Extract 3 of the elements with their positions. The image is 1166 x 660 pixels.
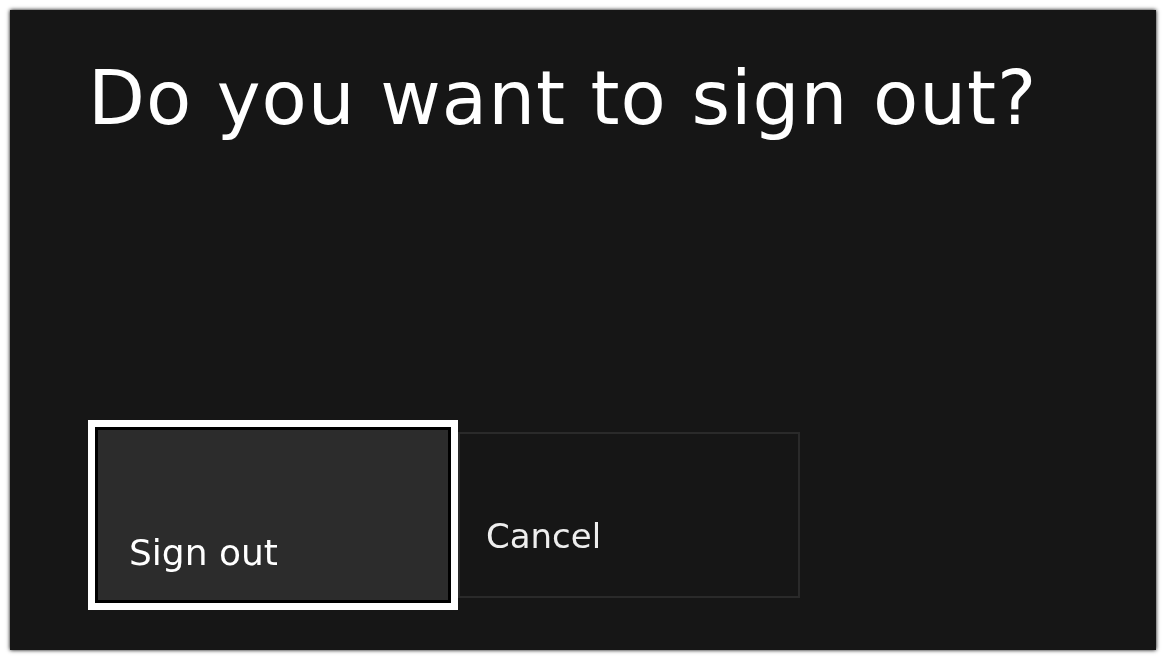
dialog-title: Do you want to sign out?	[88, 54, 1039, 143]
dialog-button[interactable]: Sign out	[88, 420, 458, 610]
dialog-button[interactable]: Cancel	[458, 432, 800, 598]
